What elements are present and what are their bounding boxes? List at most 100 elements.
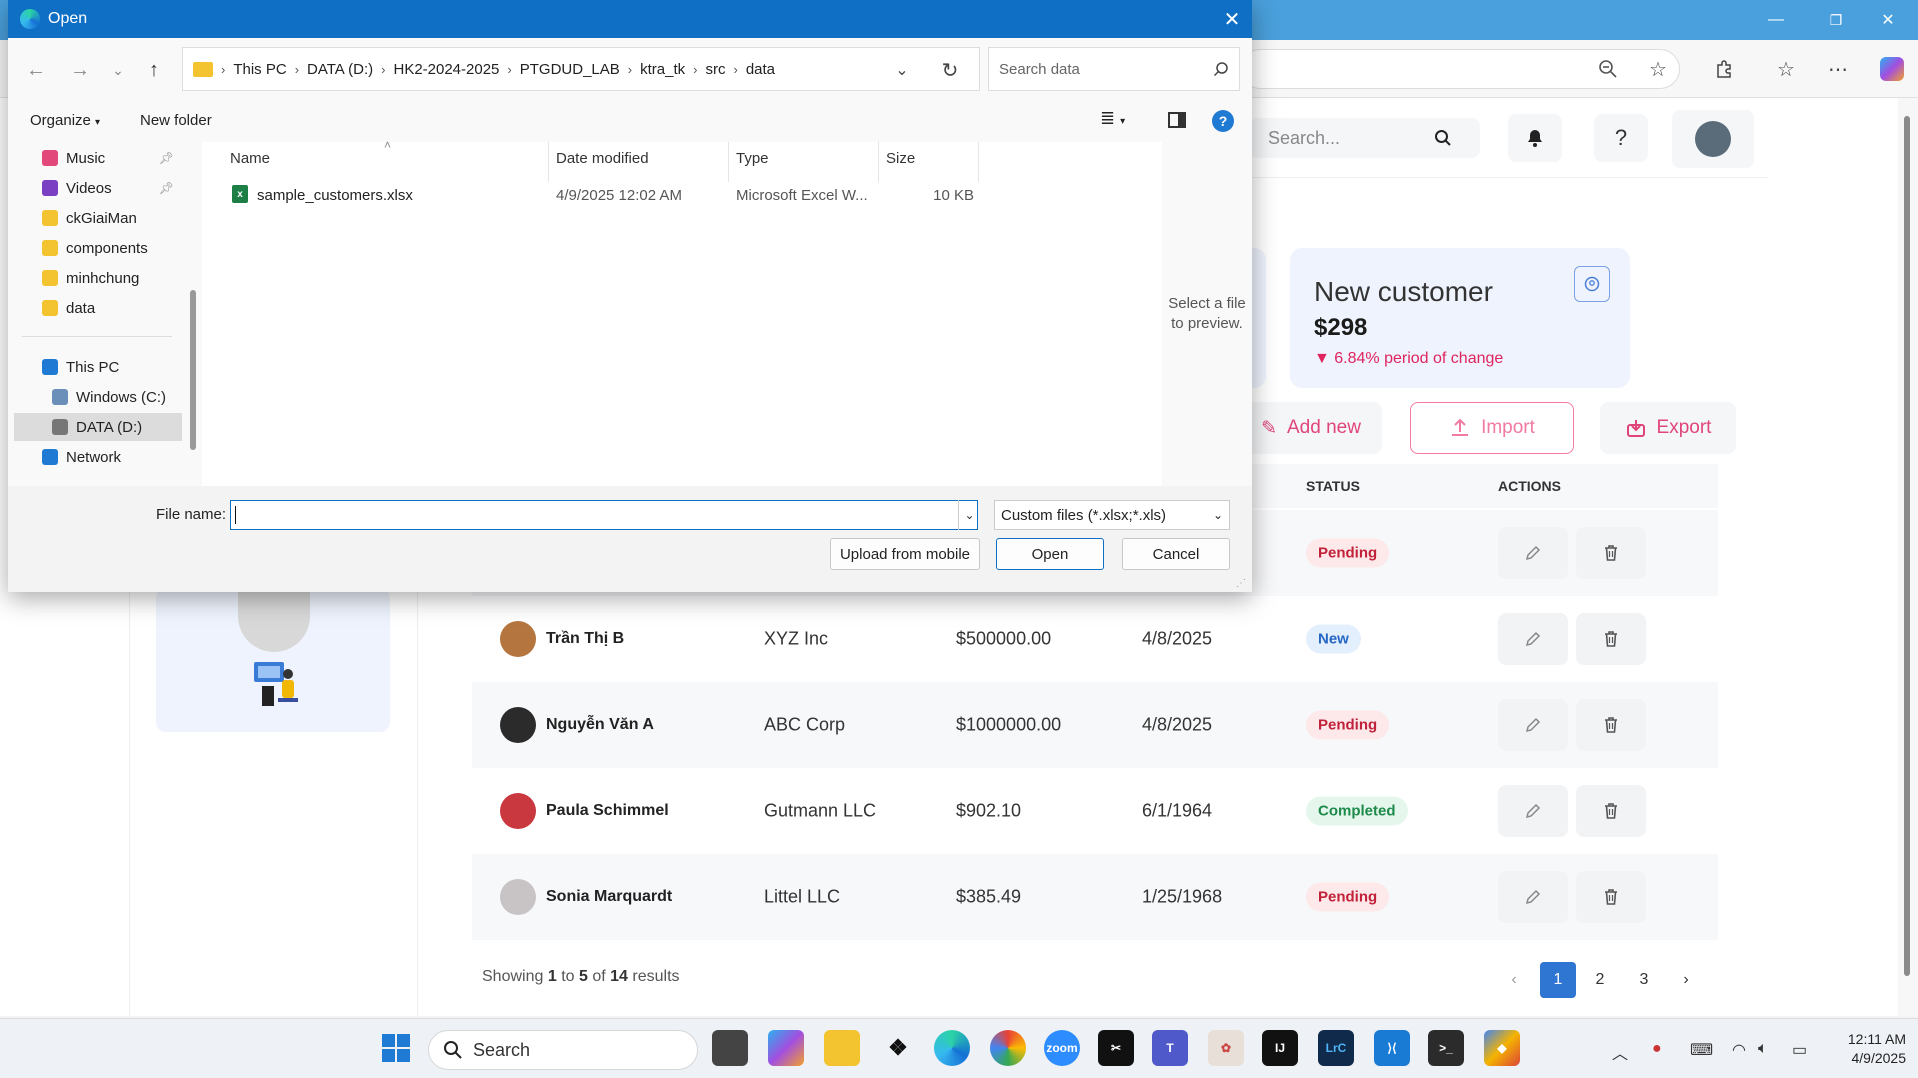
dialog-close-button[interactable]: ✕ [1212,0,1252,38]
zoom-icon[interactable]: zoom [1044,1030,1080,1066]
breadcrumb-separator-icon[interactable]: › [221,62,225,77]
breadcrumb-segment[interactable]: data [746,61,775,78]
breadcrumb-segment[interactable]: This PC [233,61,286,78]
help-icon[interactable]: ? [1212,110,1234,132]
edit-icon[interactable] [1498,871,1568,923]
next-page-button[interactable]: › [1668,962,1704,998]
notification-bell-icon[interactable] [1508,114,1562,162]
edge-icon[interactable] [934,1030,970,1066]
table-row[interactable]: Nguyễn Văn A ABC Corp $1000000.00 4/8/2025 P… [472,682,1718,768]
column-name[interactable]: Name [230,150,270,167]
breadcrumb-separator-icon[interactable]: › [507,62,511,77]
add-new-button[interactable]: ✎ Add new [1240,402,1382,454]
breadcrumb-segment[interactable]: PTGDUD_LAB [520,61,620,78]
browser-close-button[interactable]: ✕ [1858,0,1918,40]
import-button[interactable]: Import [1410,402,1574,454]
breadcrumb-segment[interactable]: HK2-2024-2025 [393,61,499,78]
search-icon[interactable] [1416,114,1470,162]
table-row[interactable]: Paula Schimmel Gutmann LLC $902.10 6/1/1964… [472,768,1718,854]
address-dropdown-icon[interactable]: ⌄ [884,54,920,86]
forward-arrow-icon[interactable]: → [62,54,98,86]
nav-item[interactable]: ckGiaiMan [42,204,182,232]
restore-button[interactable]: ❐ [1806,0,1866,40]
delete-icon[interactable] [1576,613,1646,665]
resize-grip-icon[interactable]: ⋰ [1236,578,1246,589]
file-name-dropdown-icon[interactable]: ⌄ [958,500,980,530]
vscode-icon[interactable]: ⟩⟨ [1374,1030,1410,1066]
jetbrains-icon[interactable]: IJ [1262,1030,1298,1066]
extensions-icon[interactable] [1708,53,1740,85]
open-button[interactable]: Open [996,538,1104,570]
breadcrumb-separator-icon[interactable]: › [628,62,632,77]
taskbar-search[interactable]: Search [428,1030,698,1070]
up-arrow-icon[interactable]: ↑ [136,54,172,86]
page-3-button[interactable]: 3 [1626,962,1662,998]
nav-item[interactable]: Music 📌︎ [42,144,182,172]
nav-item[interactable]: minhchung [42,264,182,292]
task-view-icon[interactable] [712,1030,748,1066]
more-icon[interactable]: ⋯ [1822,53,1854,85]
chrome-icon[interactable] [990,1030,1026,1066]
page-1-button[interactable]: 1 [1540,962,1576,998]
refresh-icon[interactable]: ↻ [932,54,968,86]
dropbox-icon[interactable]: ❖ [880,1030,916,1066]
export-button[interactable]: Export [1600,402,1736,454]
recent-locations-chevron-icon[interactable]: ⌄ [100,54,136,86]
lightroom-icon[interactable]: LrC [1318,1030,1354,1066]
upload-from-mobile-button[interactable]: Upload from mobile [830,538,980,570]
table-row[interactable]: Trần Thị B XYZ Inc $500000.00 4/8/2025 New [472,596,1718,682]
clock[interactable]: 12:11 AM 4/9/2025 [1828,1030,1906,1068]
cancel-button[interactable]: Cancel [1122,538,1230,570]
new-folder-button[interactable]: New folder [140,112,212,129]
file-type-filter[interactable]: Custom files (*.xlsx;*.xls) ⌄ [994,500,1230,530]
breadcrumb-separator-icon[interactable]: › [381,62,385,77]
help-icon[interactable]: ? [1594,114,1648,162]
battery-icon[interactable]: ▭ [1792,1040,1807,1060]
keyboard-icon[interactable]: ⌨ [1690,1040,1713,1060]
delete-icon[interactable] [1576,785,1646,837]
prev-page-button[interactable]: ‹ [1496,962,1532,998]
breadcrumb-separator-icon[interactable]: › [733,62,737,77]
breadcrumb-segment[interactable]: src [705,61,725,78]
breadcrumb-separator-icon[interactable]: › [693,62,697,77]
edit-icon[interactable] [1498,699,1568,751]
nav-item[interactable]: components [42,234,182,262]
zoom-out-icon[interactable] [1592,53,1624,85]
favorite-star-icon[interactable]: ☆ [1642,53,1674,85]
edit-icon[interactable] [1498,527,1568,579]
nav-item[interactable]: Videos 📌︎ [42,174,182,202]
column-type[interactable]: Type [736,150,769,167]
preview-pane-icon[interactable] [1168,112,1186,128]
file-name-input[interactable] [230,500,978,530]
gemini-icon[interactable]: ◆ [1484,1030,1520,1066]
minimize-button[interactable]: — [1746,0,1806,40]
breadcrumb[interactable]: › This PC › DATA (D:) › HK2-2024-2025 › PTGDUD_… [182,47,980,91]
back-arrow-icon[interactable]: ← [18,54,54,86]
view-options-icon[interactable]: ≣ ▾ [1100,108,1125,129]
nav-item[interactable]: DATA (D:) [14,413,182,441]
copilot-app-icon[interactable] [768,1030,804,1066]
breadcrumb-separator-icon[interactable]: › [295,62,299,77]
user-avatar[interactable] [1672,110,1754,168]
organize-menu[interactable]: Organize ▾ [30,112,100,129]
nav-item[interactable]: Windows (C:) [52,383,192,411]
nav-item[interactable]: This PC [42,353,182,381]
nav-item[interactable]: data [42,294,182,322]
wifi-icon[interactable]: ◠ [1732,1040,1746,1060]
app-icon[interactable]: ✿ [1208,1030,1244,1066]
delete-icon[interactable] [1576,871,1646,923]
tray-chevron-icon[interactable]: ︿ [1612,1040,1628,1064]
column-date-modified[interactable]: Date modified [556,150,649,167]
column-size[interactable]: Size [886,150,915,167]
volume-icon[interactable]: 🔈︎ [1758,1040,1768,1058]
capcut-icon[interactable]: ✂ [1098,1030,1134,1066]
file-row[interactable]: x sample_customers.xlsx 4/9/2025 12:02 A… [224,182,980,210]
terminal-icon[interactable]: >_ [1428,1030,1464,1066]
page-2-button[interactable]: 2 [1582,962,1618,998]
nav-item[interactable]: Network [42,443,182,471]
teams-icon[interactable]: T [1152,1030,1188,1066]
breadcrumb-segment[interactable]: ktra_tk [640,61,685,78]
dialog-search-input[interactable]: Search data [988,47,1240,91]
tray-shield-icon[interactable]: ● [1652,1040,1662,1058]
edit-icon[interactable] [1498,613,1568,665]
